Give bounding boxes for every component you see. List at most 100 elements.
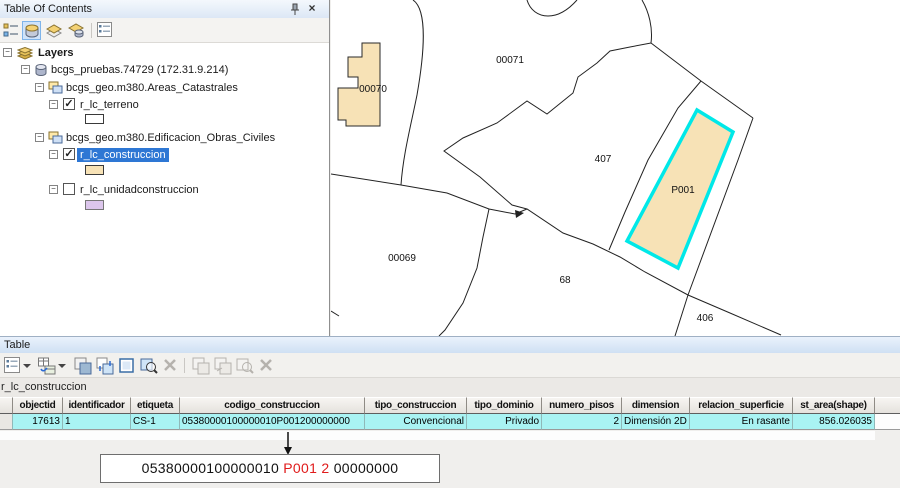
cell-st-area[interactable]: 856.026035 [793, 414, 875, 430]
zoom-to-selected-icon[interactable] [140, 357, 158, 375]
edge-tick [331, 311, 339, 316]
group-areas-label[interactable]: bcgs_geo.m380.Areas_Catastrales [66, 81, 238, 95]
table-options-icon[interactable] [4, 357, 22, 375]
collapse-icon[interactable]: − [49, 100, 58, 109]
cell-tipo-construccion[interactable]: Convencional [365, 414, 467, 430]
code-part-parcel: 05380000100000010 [142, 460, 279, 476]
toolbar-separator [184, 358, 185, 373]
tree-row-group-edificacion[interactable]: − bcgs_geo.m380.Edificacion_Obras_Civile… [0, 131, 328, 145]
cell-codigo-construccion[interactable]: 05380000100000010P001200000000 [180, 414, 365, 430]
cell-dimension[interactable]: Dimensión 2D [622, 414, 690, 430]
unidad-label[interactable]: r_lc_unidadconstruccion [80, 183, 199, 197]
table-layer-name: r_lc_construccion [0, 378, 900, 397]
select-all-icon[interactable] [118, 357, 136, 375]
cell-numero-pisos[interactable]: 2 [542, 414, 622, 430]
copy-disabled-icon [192, 357, 210, 375]
collapse-icon[interactable]: − [49, 150, 58, 159]
code-annotation-box: 05380000100000010 P001 2 00000000 [100, 454, 440, 483]
cell-etiqueta[interactable]: CS-1 [131, 414, 180, 430]
construccion-checkbox[interactable]: ✓ [63, 148, 75, 160]
collapse-icon[interactable]: − [21, 65, 30, 74]
tree-row-connection[interactable]: − bcgs_pruebas.74729 (172.31.9.214) [0, 63, 328, 77]
toc-options-icon[interactable] [96, 21, 115, 40]
switch-selection-icon[interactable] [96, 357, 114, 375]
attribute-grid: objectid identificador etiqueta codigo_c… [0, 397, 900, 431]
connection-label[interactable]: bcgs_pruebas.74729 (172.31.9.214) [51, 63, 228, 77]
select-related-icon[interactable] [74, 357, 92, 375]
terreno-symbol[interactable] [85, 114, 104, 124]
attribute-table-panel: Table [0, 336, 900, 488]
zoom-disabled-icon [236, 357, 254, 375]
parcel-line-v [651, 43, 753, 118]
map-view[interactable]: 00071 00070 407 P001 00069 68 406 [331, 0, 900, 336]
tree-row-layers[interactable]: − Layers [0, 46, 328, 60]
list-by-drawing-order-icon[interactable] [2, 21, 21, 40]
related-tables-icon[interactable] [38, 357, 56, 375]
list-by-visibility-icon[interactable] [45, 21, 64, 40]
collapse-icon[interactable]: − [35, 133, 44, 142]
tree-row-terreno[interactable]: − ✓ r_lc_terreno [0, 98, 328, 112]
column-header[interactable]: codigo_construccion [180, 397, 365, 414]
tree-row-construccion[interactable]: − ✓ r_lc_construccion [0, 148, 328, 162]
cell-identificador[interactable]: 1 [63, 414, 131, 430]
group-layer-icon [48, 131, 64, 148]
toolbar-separator [91, 23, 92, 38]
code-part-building: P001 [283, 460, 317, 476]
column-header[interactable]: objectid [13, 397, 63, 414]
layers-icon [17, 47, 33, 63]
column-header[interactable]: st_area(shape) [793, 397, 875, 414]
cell-tipo-dominio[interactable]: Privado [467, 414, 542, 430]
layers-label[interactable]: Layers [38, 46, 73, 60]
column-header[interactable]: tipo_dominio [467, 397, 542, 414]
parcel-line-divider [439, 209, 489, 336]
terreno-label[interactable]: r_lc_terreno [80, 98, 139, 112]
column-header[interactable]: etiqueta [131, 397, 180, 414]
related-tables-dropdown-icon[interactable] [58, 364, 66, 368]
group-edificacion-label[interactable]: bcgs_geo.m380.Edificacion_Obras_Civiles [66, 131, 275, 145]
parcel-line-left-boundary [401, 0, 423, 185]
filler-header [875, 397, 900, 414]
column-header[interactable]: relacion_superficie [690, 397, 793, 414]
list-by-selection-icon[interactable] [67, 21, 86, 40]
parcel-line-sweep-407 [444, 43, 651, 209]
tree-row-unidadconstruccion[interactable]: − r_lc_unidadconstruccion [0, 183, 328, 197]
database-icon [34, 63, 48, 80]
close-icon[interactable]: × [305, 1, 319, 15]
table-panel-title: Table [0, 336, 900, 353]
map-label: 00070 [359, 84, 387, 95]
parcel-line-top-curve [642, 0, 652, 43]
construccion-label-selected[interactable]: r_lc_construccion [77, 148, 169, 162]
map-label: 406 [697, 313, 714, 324]
table-toolbar [0, 353, 900, 378]
clear-selection-icon [162, 357, 180, 375]
list-by-source-icon[interactable] [22, 21, 41, 40]
paste-disabled-icon [214, 357, 232, 375]
row-selector-header [0, 397, 13, 414]
column-header[interactable]: dimension [622, 397, 690, 414]
construccion-symbol[interactable] [85, 165, 104, 175]
code-part-floors: 2 [321, 460, 329, 476]
table-empty-area [0, 431, 875, 440]
terreno-checkbox[interactable]: ✓ [63, 98, 75, 110]
collapse-icon[interactable]: − [35, 83, 44, 92]
toc-toolbar [0, 18, 329, 43]
unidad-checkbox[interactable] [63, 183, 75, 195]
column-header[interactable]: numero_pisos [542, 397, 622, 414]
unidad-symbol[interactable] [85, 200, 104, 210]
pin-icon[interactable] [287, 2, 301, 16]
collapse-icon[interactable]: − [3, 48, 12, 57]
table-options-dropdown-icon[interactable] [23, 364, 31, 368]
column-header[interactable]: tipo_construccion [365, 397, 467, 414]
cell-objectid[interactable]: 17613 [13, 414, 63, 430]
delete-disabled-icon [258, 357, 276, 375]
cell-relacion-superficie[interactable]: En rasante [690, 414, 793, 430]
collapse-icon[interactable]: − [49, 185, 58, 194]
column-header[interactable]: identificador [63, 397, 131, 414]
map-label: 68 [559, 275, 571, 286]
row-selector-cell[interactable] [0, 414, 13, 430]
group-layer-icon [48, 81, 64, 98]
tree-row-group-areas[interactable]: − bcgs_geo.m380.Areas_Catastrales [0, 81, 328, 95]
table-of-contents-panel: Table Of Contents × − Layers − [0, 0, 330, 336]
map-label: 00071 [496, 55, 524, 66]
filler-cell [875, 414, 900, 430]
